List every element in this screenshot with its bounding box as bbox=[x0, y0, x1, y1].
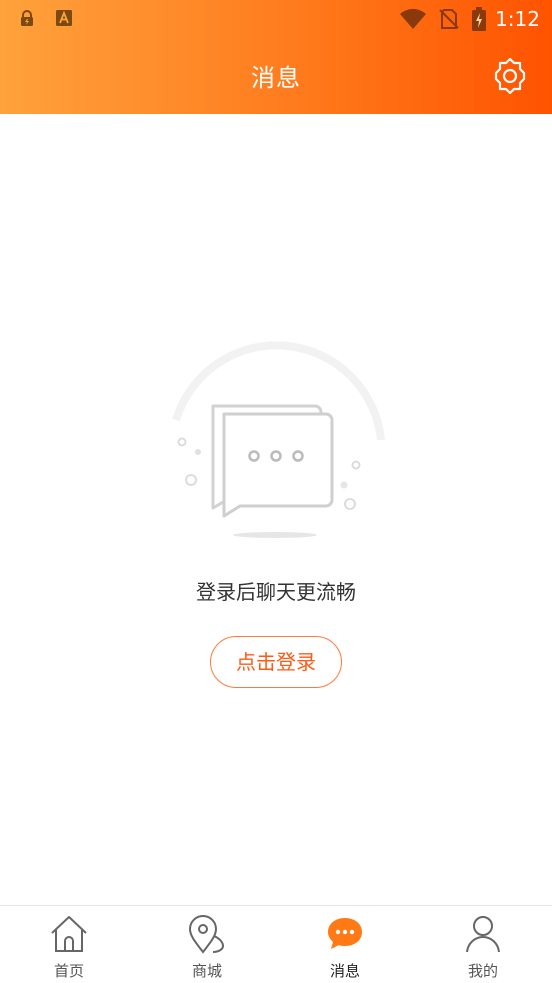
tab-home[interactable]: 首页 bbox=[0, 906, 138, 983]
home-icon bbox=[51, 916, 87, 952]
tab-shop[interactable]: 商城 bbox=[138, 906, 276, 983]
user-icon bbox=[466, 916, 500, 953]
status-time: 1:12 bbox=[495, 7, 540, 31]
map-pin-icon bbox=[188, 915, 225, 954]
tab-label: 商城 bbox=[191, 962, 222, 980]
tab-profile[interactable]: 我的 bbox=[414, 906, 552, 983]
empty-state-message: 登录后聊天更流畅 bbox=[196, 580, 356, 604]
status-bar: 1:12 bbox=[0, 0, 552, 38]
font-a-icon bbox=[56, 10, 72, 26]
lock-icon bbox=[21, 10, 33, 26]
app-header: 1:12 消息 bbox=[0, 0, 552, 114]
tab-label: 首页 bbox=[53, 962, 84, 980]
battery-charging-icon bbox=[472, 7, 487, 31]
page-title: 消息 bbox=[251, 64, 301, 92]
status-right-group: 1:12 bbox=[399, 5, 540, 33]
chat-bubble-icon bbox=[172, 341, 385, 538]
tab-messages[interactable]: 消息 bbox=[276, 906, 414, 983]
wifi-icon bbox=[400, 8, 427, 29]
message-icon bbox=[328, 918, 362, 949]
tab-label: 消息 bbox=[329, 962, 360, 980]
no-sim-icon bbox=[439, 9, 459, 29]
gear-icon[interactable] bbox=[490, 56, 530, 96]
bottom-tab-bar: 首页 商城 消息 我的 bbox=[0, 905, 552, 983]
login-button[interactable]: 点击登录 bbox=[210, 636, 342, 688]
tab-label: 我的 bbox=[467, 962, 498, 980]
